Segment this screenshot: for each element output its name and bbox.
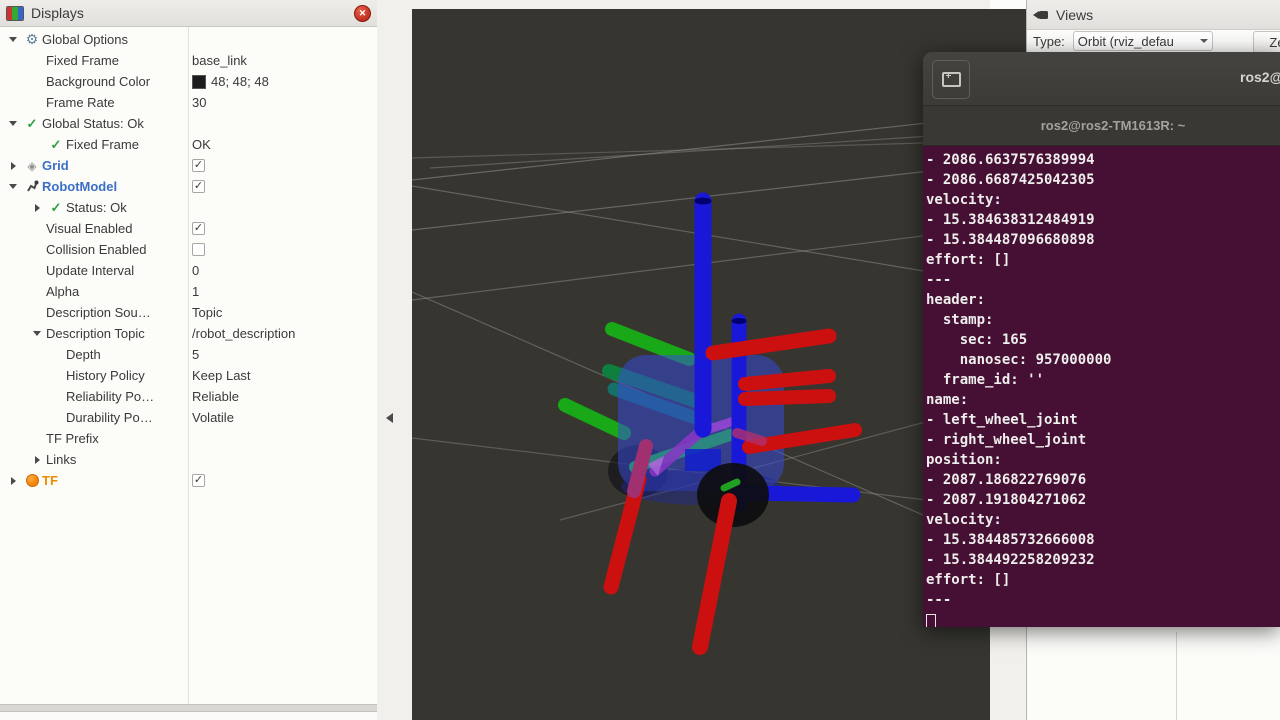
property-label: Links — [46, 452, 76, 467]
rviz-window: Displays ✕ ⚙Global Options Fixed Frame bas… — [0, 0, 1280, 720]
property-label: Global Options — [42, 32, 128, 47]
terminal-titlebar[interactable]: + ros2@ — [923, 52, 1280, 105]
checkbox[interactable]: ✓ — [192, 474, 205, 487]
grid-icon: ◈ — [22, 159, 42, 173]
check-icon: ✓ — [22, 116, 42, 132]
check-icon: ✓ — [46, 137, 66, 153]
expander-right-icon[interactable] — [4, 162, 22, 170]
views-camera-icon — [1033, 9, 1049, 21]
property-value[interactable]: base_link — [192, 50, 247, 71]
views-panel-header[interactable]: Views — [1027, 0, 1280, 30]
views-list-divider — [1176, 632, 1177, 720]
property-label: Visual Enabled — [46, 221, 133, 236]
property-value[interactable]: 5 — [192, 344, 199, 365]
checkbox[interactable]: ✓ — [192, 180, 205, 193]
displays-panel: Displays ✕ ⚙Global Options Fixed Frame bas… — [0, 0, 378, 720]
terminal-body[interactable]: - 2086.6637576389994 - 2086.668742504230… — [923, 146, 1280, 627]
expander-down-icon[interactable] — [4, 37, 22, 42]
right-splitter[interactable] — [990, 627, 1026, 720]
terminal-tab[interactable]: ros2@ros2-TM1613R: ~ — [1041, 118, 1186, 133]
property-value[interactable]: 48; 48; 48 — [192, 71, 269, 92]
views-type-row: Type: Orbit (rviz_defau Ze — [1027, 30, 1280, 52]
views-type-value: Orbit (rviz_defau — [1078, 34, 1174, 49]
property-value[interactable]: Topic — [192, 302, 222, 323]
property-label: TF Prefix — [46, 431, 99, 446]
property-value[interactable]: Reliable — [192, 386, 239, 407]
checkbox[interactable]: ✓ — [192, 159, 205, 172]
property-label: Alpha — [46, 284, 79, 299]
property-label: Description Topic — [46, 326, 145, 341]
check-icon: ✓ — [46, 200, 66, 216]
property-value — [192, 239, 205, 260]
property-label: Grid — [42, 158, 69, 173]
property-label: Update Interval — [46, 263, 134, 278]
property-label: History Policy — [66, 368, 145, 383]
property-label: Frame Rate — [46, 95, 115, 110]
close-icon[interactable]: ✕ — [354, 5, 371, 22]
property-value[interactable]: Keep Last — [192, 365, 251, 386]
property-value: ✓ — [192, 155, 205, 176]
terminal-tabbar: ros2@ros2-TM1613R: ~ — [923, 105, 1280, 146]
property-label: Description Sou… — [46, 305, 151, 320]
property-value[interactable]: /robot_description — [192, 323, 295, 344]
property-column-divider[interactable] — [188, 27, 189, 704]
property-value[interactable]: Volatile — [192, 407, 234, 428]
new-tab-button[interactable]: + — [932, 60, 970, 99]
expander-down-icon[interactable] — [4, 184, 22, 189]
property-value: ✓ — [192, 218, 205, 239]
terminal-cursor — [926, 614, 936, 627]
property-label: Durability Po… — [66, 410, 153, 425]
expander-down-icon[interactable] — [28, 331, 46, 336]
displays-bottom-area — [0, 712, 412, 720]
views-type-dropdown[interactable]: Orbit (rviz_defau — [1073, 31, 1213, 51]
checkbox[interactable] — [192, 243, 205, 256]
displays-icon — [6, 6, 24, 21]
new-tab-icon: + — [942, 72, 961, 87]
expander-right-icon[interactable] — [4, 477, 22, 485]
property-value: ✓ — [192, 470, 205, 491]
property-label: Reliability Po… — [66, 389, 154, 404]
expander-down-icon[interactable] — [4, 121, 22, 126]
color-swatch — [192, 75, 206, 89]
terminal-window: + ros2@ ros2@ros2-TM1613R: ~ - 2086.6637… — [923, 52, 1280, 627]
left-splitter[interactable] — [377, 0, 412, 720]
property-label: Background Color — [46, 74, 150, 89]
displays-bottom-splitter[interactable] — [0, 704, 412, 712]
zero-button[interactable]: Ze — [1253, 31, 1280, 53]
expander-right-icon[interactable] — [28, 204, 46, 212]
displays-panel-title: Displays — [31, 5, 84, 21]
views-type-label: Type: — [1033, 34, 1065, 49]
displays-panel-header[interactable]: Displays ✕ — [0, 0, 377, 27]
property-label: TF — [42, 473, 58, 488]
tf-icon — [22, 474, 42, 487]
top-margin — [377, 0, 990, 9]
property-value[interactable]: 0 — [192, 260, 199, 281]
property-label: Collision Enabled — [46, 242, 146, 257]
robot-icon — [22, 179, 42, 194]
property-value: ✓ — [192, 176, 205, 197]
views-panel-title: Views — [1056, 7, 1093, 23]
checkbox[interactable]: ✓ — [192, 222, 205, 235]
gear-icon: ⚙ — [22, 31, 42, 48]
collapse-left-icon[interactable] — [386, 413, 393, 423]
property-value[interactable]: 1 — [192, 281, 199, 302]
property-label: Fixed Frame — [66, 137, 139, 152]
chevron-down-icon — [1200, 39, 1208, 43]
property-label: RobotModel — [42, 179, 117, 194]
property-value[interactable]: OK — [192, 134, 211, 155]
property-label: Global Status: Ok — [42, 116, 144, 131]
terminal-window-title: ros2@ — [1240, 69, 1280, 85]
terminal-output: - 2086.6637576389994 - 2086.668742504230… — [923, 146, 1280, 610]
property-label: Fixed Frame — [46, 53, 119, 68]
property-label: Depth — [66, 347, 101, 362]
robot-model — [565, 198, 855, 648]
property-value[interactable]: 30 — [192, 92, 206, 113]
property-label: Status: Ok — [66, 200, 127, 215]
expander-right-icon[interactable] — [28, 456, 46, 464]
